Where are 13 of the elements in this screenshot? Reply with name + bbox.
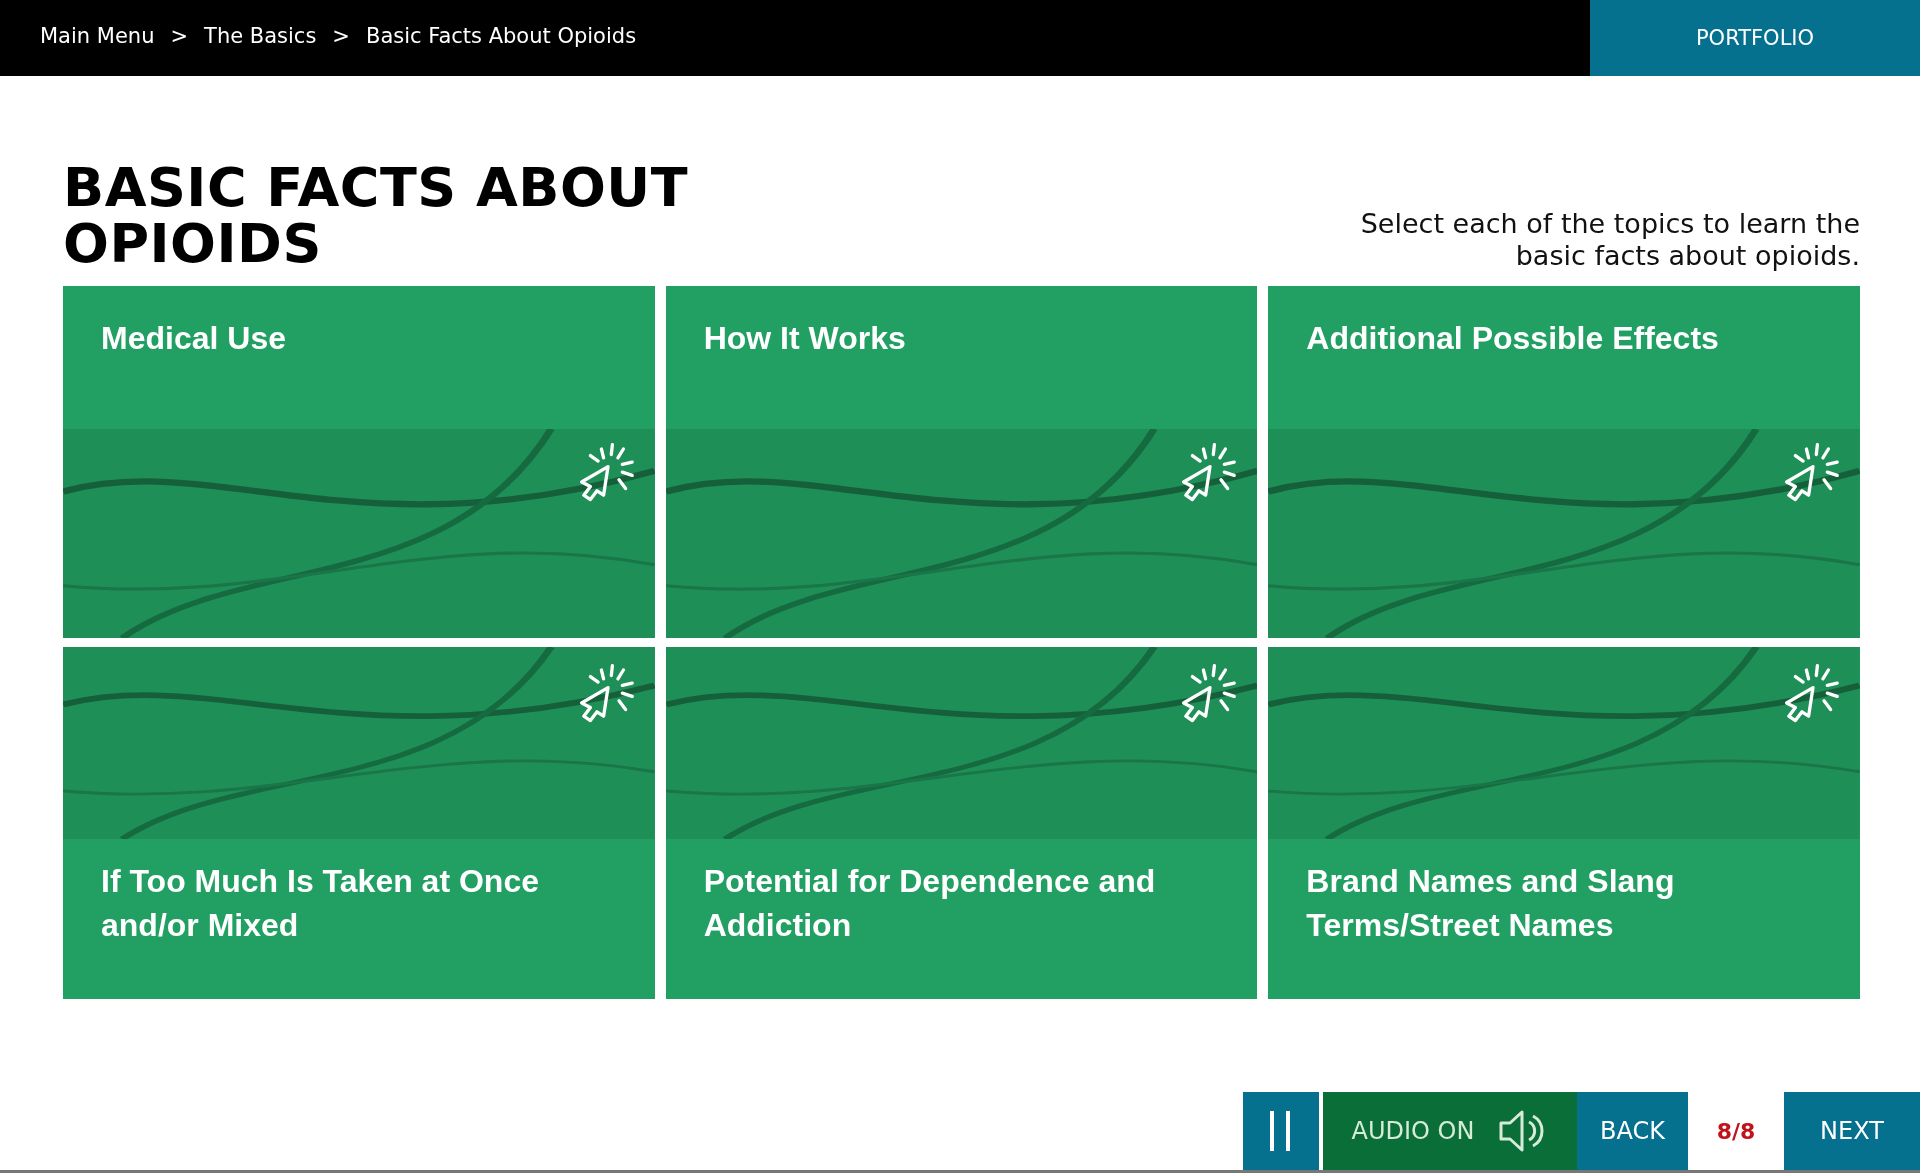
page-counter: 8/8 [1715,1117,1757,1146]
portfolio-button[interactable]: PORTFOLIO [1590,0,1920,76]
breadcrumb-link[interactable]: Main Menu [40,24,155,48]
breadcrumb-link[interactable]: The Basics [204,24,317,48]
breadcrumb-separator: > [170,24,189,48]
breadcrumb-separator: > [332,24,350,48]
audio-toggle[interactable]: AUDIO ON [1323,1092,1577,1170]
next-button[interactable]: NEXT [1784,1092,1920,1170]
pause-button[interactable] [1243,1092,1319,1170]
page-title: BASIC FACTS ABOUT OPIOIDS [63,160,690,272]
instruction-text: Select each of the topics to learn the basic facts about opioids. [1359,208,1860,272]
back-button[interactable]: BACK [1577,1092,1688,1170]
breadcrumb-link[interactable]: Basic Facts About Opioids [365,24,637,48]
